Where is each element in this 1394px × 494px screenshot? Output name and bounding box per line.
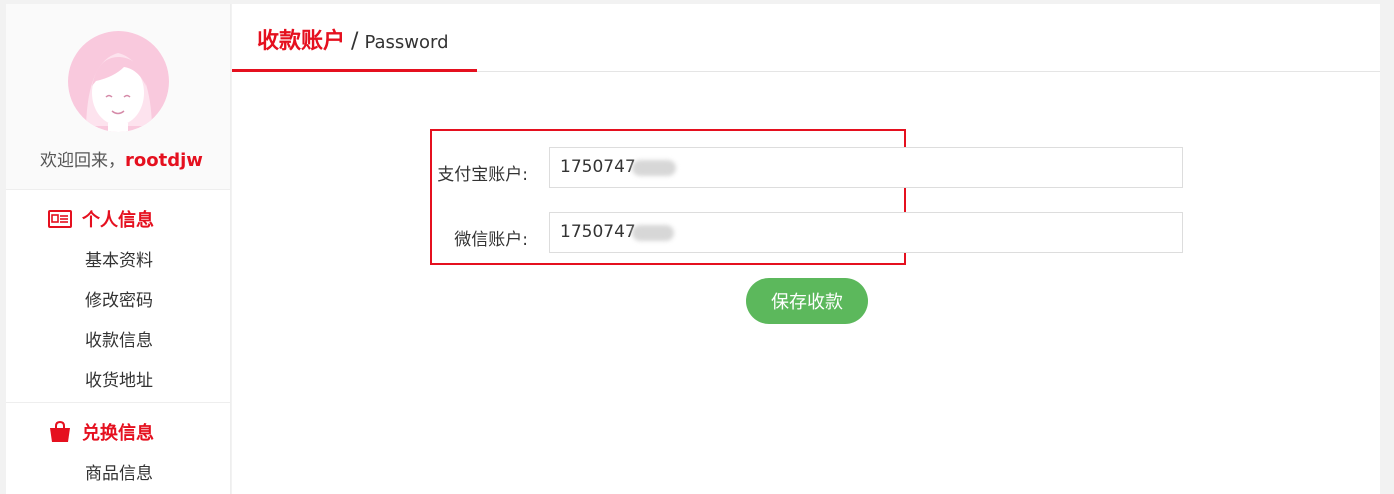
page-title-cn: 收款账户 [257, 29, 346, 54]
alipay-value: 1750747 [560, 157, 636, 177]
profile-section: 欢迎回来，rootdjw [6, 4, 230, 190]
wechat-label: 微信账户: [454, 230, 528, 250]
save-payment-button[interactable]: 保存收款 [746, 278, 868, 324]
group-header-exchange: 兑换信息 [48, 419, 154, 445]
username: rootdjw [125, 150, 203, 171]
wechat-value: 1750747 [560, 222, 636, 242]
avatar [68, 31, 169, 132]
menu-item-shipping-address[interactable]: 收货地址 [85, 366, 153, 391]
redaction-blur [632, 160, 676, 176]
menu-item-product-info[interactable]: 商品信息 [85, 459, 153, 484]
title-separator: / [351, 29, 359, 54]
menu-item-payment-info[interactable]: 收款信息 [85, 326, 153, 351]
page-title-en: Password [364, 32, 449, 53]
id-card-icon [48, 208, 72, 230]
wechat-input[interactable]: 1750747 [549, 212, 1183, 253]
menu-group-personal: 个人信息 基本资料 修改密码 收款信息 收货地址 [6, 190, 230, 403]
welcome-text: 欢迎回来，rootdjw [40, 146, 203, 171]
main-panel: 收款账户 / Password 支付宝账户: 1750747 微信账户: 17507… [232, 4, 1380, 494]
page-title: 收款账户 / Password [257, 23, 449, 55]
alipay-label: 支付宝账户: [437, 165, 528, 185]
redaction-blur [632, 225, 674, 241]
tab-bar: 收款账户 / Password [232, 4, 1380, 72]
active-tab-underline [232, 69, 477, 72]
group-title-exchange: 兑换信息 [82, 423, 154, 444]
welcome-prefix: 欢迎回来， [40, 151, 125, 171]
sidebar: 欢迎回来，rootdjw 个人信息 基本资料 修改密码 收款信息 收货地址 兑换… [6, 4, 231, 494]
group-header-personal: 个人信息 [48, 206, 154, 232]
group-title-personal: 个人信息 [82, 210, 154, 231]
menu-item-change-password[interactable]: 修改密码 [85, 286, 153, 311]
alipay-input[interactable]: 1750747 [549, 147, 1183, 188]
menu-item-basic-info[interactable]: 基本资料 [85, 246, 153, 271]
menu-group-exchange: 兑换信息 商品信息 [6, 403, 230, 494]
shopping-bag-icon [48, 420, 72, 443]
